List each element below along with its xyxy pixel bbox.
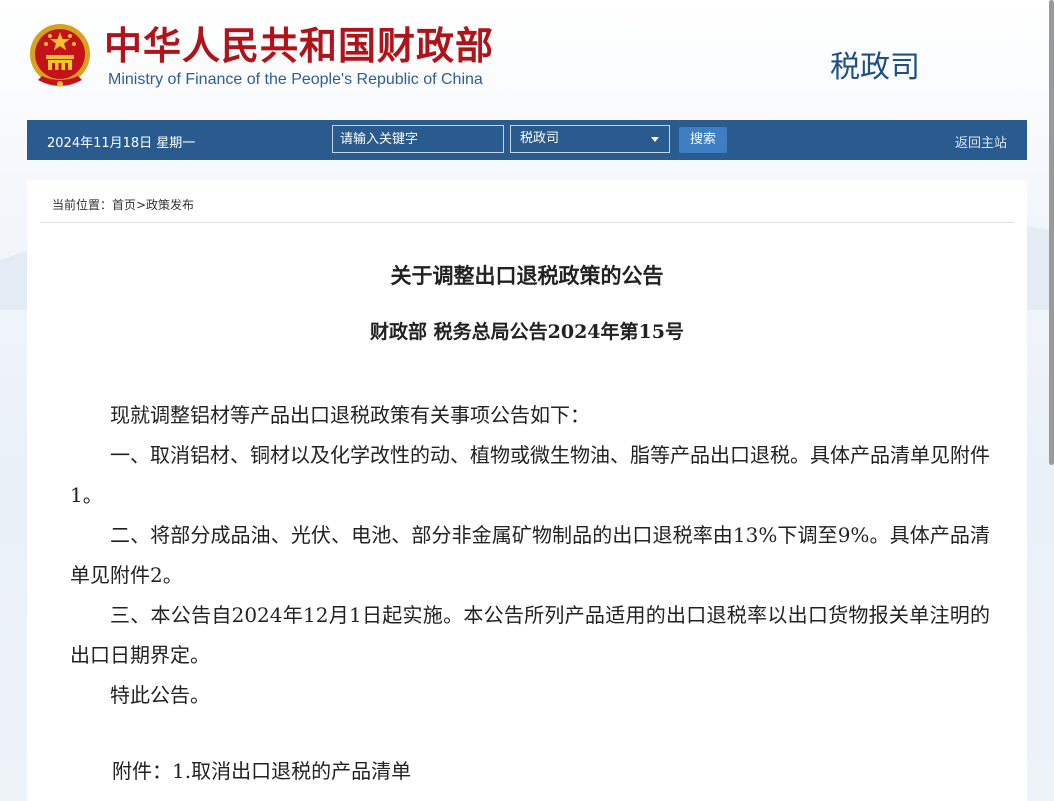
current-date: 2024年11月18日 星期一	[47, 136, 196, 151]
search-input[interactable]	[332, 125, 504, 153]
scope-select-value: 税政司	[520, 131, 560, 146]
article-paragraph: 一、取消铝材、铜材以及化学改性的动、植物或微生物油、脂等产品出口退税。具体产品清…	[70, 443, 990, 507]
article-paragraph: 特此公告。	[110, 683, 210, 707]
breadcrumb: 当前位置：首页>政策发布	[52, 198, 195, 212]
site-title-en: Ministry of Finance of the People's Repu…	[108, 71, 483, 88]
content-panel: 当前位置：首页>政策发布 关于调整出口退税政策的公告 财政部 税务总局公告202…	[27, 180, 1027, 801]
attachment-link[interactable]: 附件：1.取消出口退税的产品清单	[112, 755, 411, 784]
national-emblem-icon	[30, 24, 90, 87]
home-link[interactable]: 返回主站	[955, 132, 1007, 151]
article-paragraph: 二、将部分成品油、光伏、电池、部分非金属矿物制品的出口退税率由13%下调至9%。…	[70, 523, 990, 587]
article-paragraph: 三、本公告自2024年12月1日起实施。本公告所列产品适用的出口退税率以出口货物…	[70, 603, 990, 667]
scope-select[interactable]: 税政司	[510, 125, 670, 153]
article-body: 现就调整铝材等产品出口退税政策有关事项公告如下： 一、取消铝材、铜材以及化学改性…	[70, 395, 990, 715]
site-header: 中华人民共和国财政部 Ministry of Finance of the Pe…	[0, 0, 1054, 115]
article-title: 关于调整出口退税政策的公告	[390, 264, 664, 288]
chevron-down-icon	[651, 137, 659, 142]
article-paragraph: 现就调整铝材等产品出口退税政策有关事项公告如下：	[110, 403, 590, 427]
scrollbar[interactable]	[1049, 0, 1054, 465]
document-number: 财政部 税务总局公告2024年第15号	[370, 321, 684, 343]
divider	[40, 222, 1014, 223]
search-button[interactable]: 搜索	[679, 127, 727, 153]
nav-bar: 2024年11月18日 星期一 税政司 搜索 返回主站	[27, 120, 1027, 160]
site-title-cn: 中华人民共和国财政部	[104, 24, 495, 68]
department-name: 税政司	[830, 50, 920, 85]
